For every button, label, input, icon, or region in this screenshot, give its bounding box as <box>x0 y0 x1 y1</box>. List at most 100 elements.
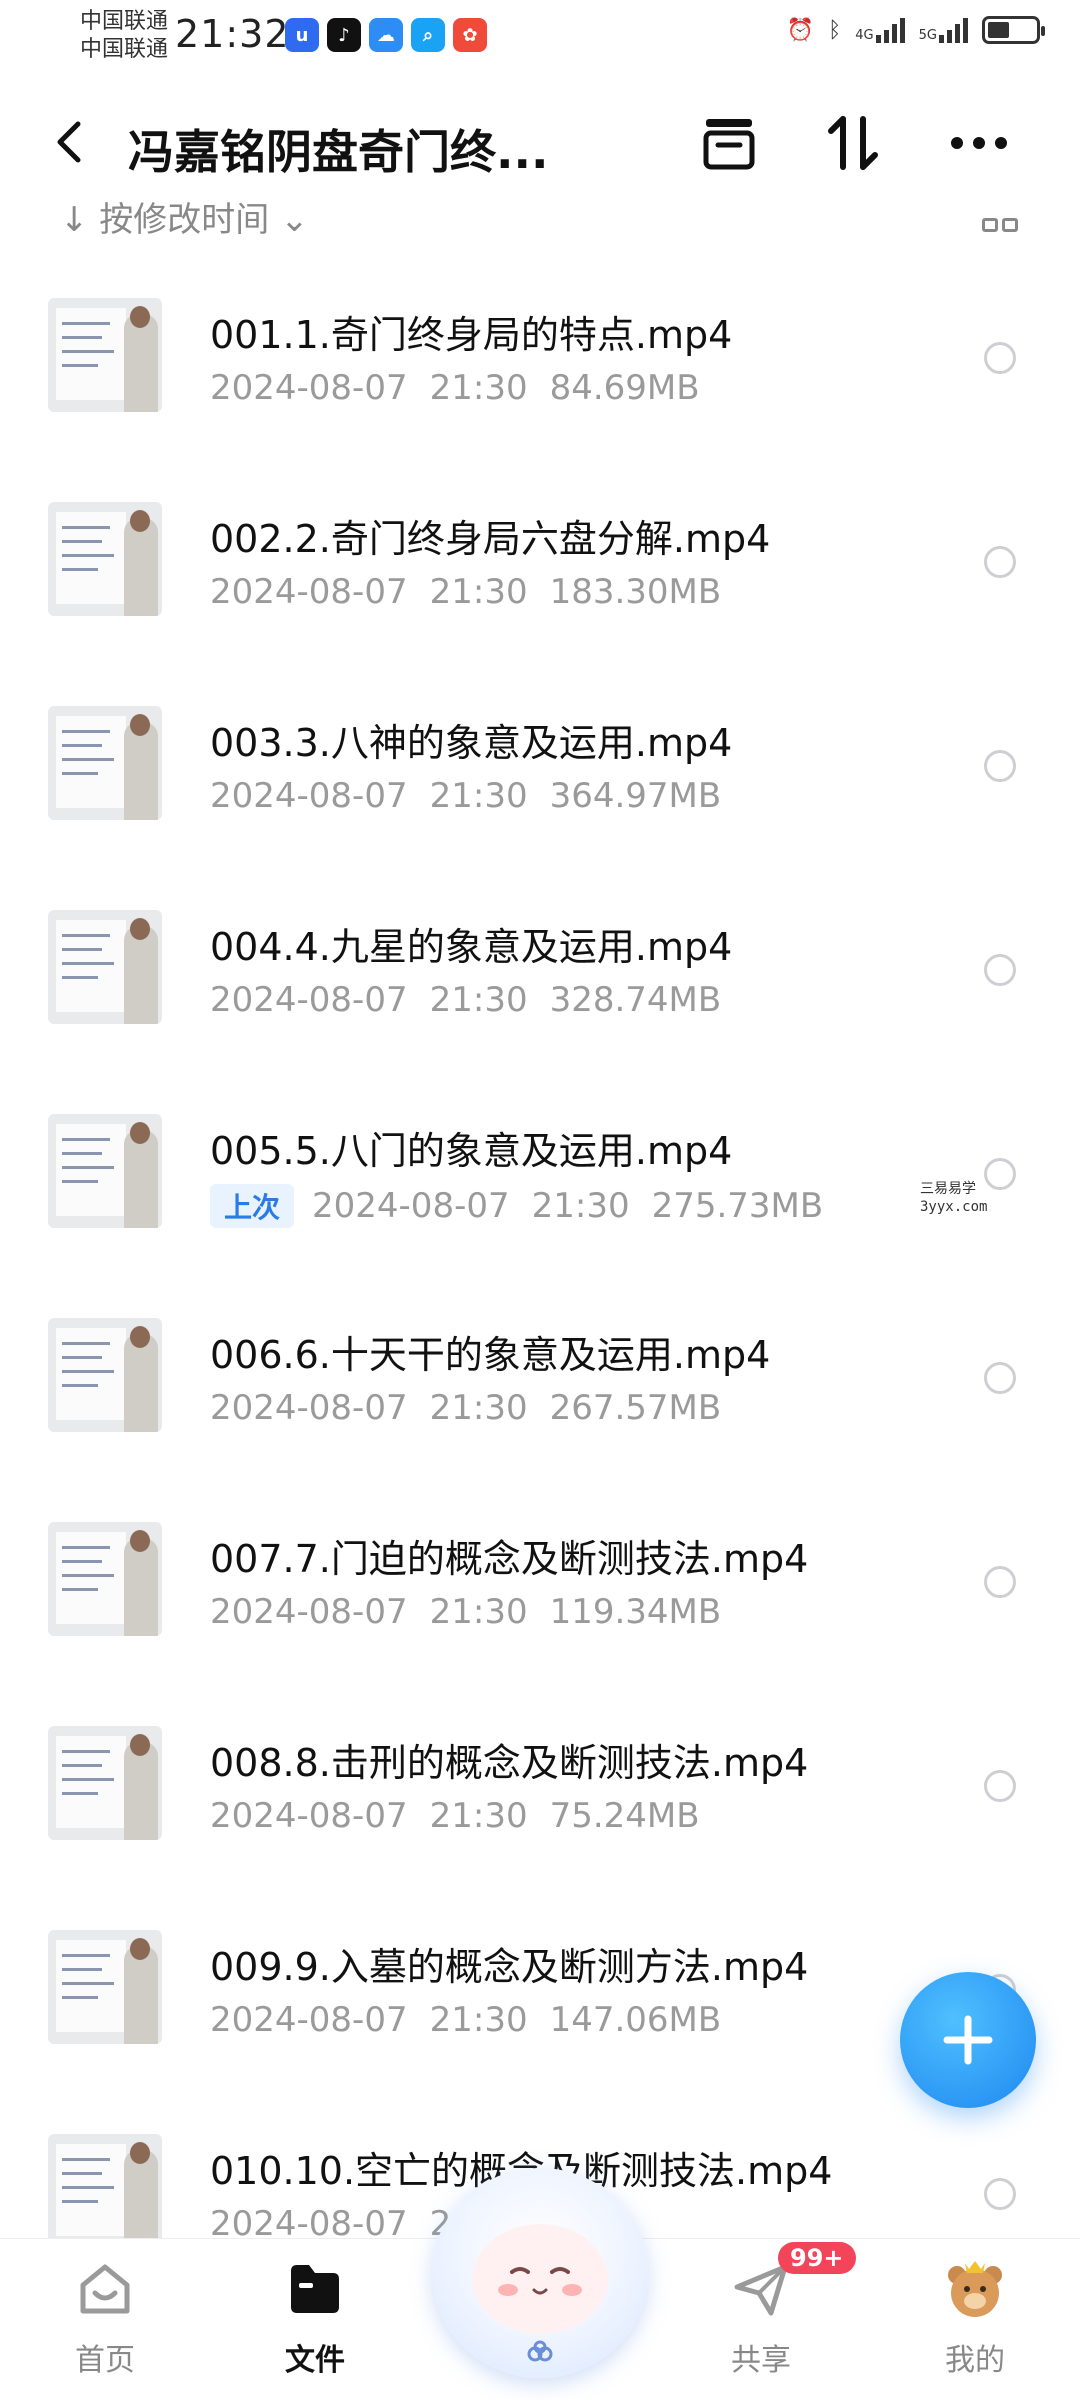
search-app-icon: ⌕ <box>411 18 445 52</box>
more-button[interactable] <box>944 108 1014 178</box>
watermark: 三易易学 3yyx.com <box>920 1180 987 1216</box>
file-time: 21:30 <box>429 2000 528 2040</box>
sort-bar[interactable]: ↓ 按修改时间 ⌄ <box>0 190 1080 250</box>
file-row[interactable]: 004.4.九星的象意及运用.mp4 2024-08-07 21:30 328.74M… <box>0 874 1080 1078</box>
file-meta: 2024-08-07 21:30 84.69MB <box>210 368 722 408</box>
nav-share-label: 共享 <box>731 2343 791 2378</box>
select-radio[interactable] <box>984 954 1016 986</box>
bear-avatar-icon <box>943 2257 1007 2321</box>
carrier-1: 中国联通 <box>80 9 169 34</box>
tiktok-icon: ♪ <box>327 18 361 52</box>
nav-files[interactable]: 文件 <box>240 2257 390 2379</box>
nav-profile[interactable]: 我的 <box>900 2257 1050 2379</box>
select-radio[interactable] <box>984 750 1016 782</box>
view-toggle-button[interactable] <box>982 218 1018 232</box>
file-time: 21:30 <box>429 368 528 408</box>
select-radio[interactable] <box>984 1362 1016 1394</box>
file-row[interactable]: 005.5.八门的象意及运用.mp4 上次 2024-08-07 21:30 275.7… <box>0 1078 1080 1282</box>
signal-2: 5G <box>919 17 968 43</box>
network-type-2: 5G <box>918 28 937 43</box>
file-meta: 2024-08-07 21:30 183.30MB <box>210 572 743 612</box>
select-radio[interactable] <box>984 1158 1016 1190</box>
file-row[interactable]: 006.6.十天干的象意及运用.mp4 2024-08-07 21:30 267.57… <box>0 1282 1080 1486</box>
select-radio[interactable] <box>984 1770 1016 1802</box>
file-date: 2024-08-07 <box>210 368 408 408</box>
nav-profile-label: 我的 <box>945 2343 1005 2378</box>
file-size: 119.34MB <box>549 1592 722 1632</box>
file-name: 001.1.奇门终身局的特点.mp4 <box>210 313 733 357</box>
more-icon <box>951 137 1007 149</box>
video-thumbnail <box>48 2134 162 2248</box>
video-thumbnail <box>48 298 162 412</box>
file-name: 006.6.十天干的象意及运用.mp4 <box>210 1333 771 1377</box>
back-button[interactable] <box>40 112 100 172</box>
arrow-down-icon: ↓ <box>60 200 100 240</box>
file-date: 2024-08-07 <box>312 1186 510 1226</box>
file-size: 275.73MB <box>651 1186 824 1226</box>
last-viewed-badge: 上次 <box>210 1184 295 1228</box>
cloud-logo-icon <box>527 2340 553 2362</box>
file-row[interactable]: 008.8.击刑的概念及断测技法.mp4 2024-08-07 21:30 75.24… <box>0 1690 1080 1894</box>
nav-share[interactable]: 共享 <box>686 2257 836 2379</box>
video-thumbnail <box>48 1114 162 1228</box>
page-title: 冯嘉铭阴盘奇门终... <box>128 125 549 179</box>
file-name: 003.3.八神的象意及运用.mp4 <box>210 721 733 765</box>
battery-fill <box>988 22 1009 38</box>
u-app-icon: u <box>285 18 319 52</box>
video-thumbnail <box>48 1726 162 1840</box>
select-button[interactable] <box>694 108 764 178</box>
sort-icon <box>828 116 878 170</box>
status-bar: 中国联通 中国联通 21:32 u ♪ ☁ ⌕ ✿ ⏰ ᛒ 4G 5G <box>0 0 1080 70</box>
file-time: 21:30 <box>429 776 528 816</box>
file-row[interactable]: 001.1.奇门终身局的特点.mp4 2024-08-07 21:30 84.69MB <box>0 262 1080 466</box>
file-size: 147.06MB <box>549 2000 722 2040</box>
select-radio[interactable] <box>984 546 1016 578</box>
file-name: 005.5.八门的象意及运用.mp4 <box>210 1129 733 1173</box>
file-date: 2024-08-07 <box>210 1592 408 1632</box>
file-row[interactable]: 007.7.门迫的概念及断测技法.mp4 2024-08-07 21:30 119.3… <box>0 1486 1080 1690</box>
clock: 21:32 <box>175 12 290 56</box>
file-time: 21:30 <box>531 1186 630 1226</box>
video-thumbnail <box>48 706 162 820</box>
file-row[interactable]: 002.2.奇门终身局六盘分解.mp4 2024-08-07 21:30 183.30… <box>0 466 1080 670</box>
file-time: 21:30 <box>429 572 528 612</box>
nav-home-label: 首页 <box>75 2343 135 2378</box>
file-size: 328.74MB <box>549 980 722 1020</box>
select-radio[interactable] <box>984 342 1016 374</box>
file-time: 21:30 <box>429 1592 528 1632</box>
file-date: 2024-08-07 <box>210 776 408 816</box>
select-radio[interactable] <box>984 1566 1016 1598</box>
file-meta: 上次 2024-08-07 21:30 275.73MB <box>210 1184 845 1228</box>
video-thumbnail <box>48 502 162 616</box>
sort-button[interactable] <box>818 108 888 178</box>
network-type-1: 4G <box>855 28 874 43</box>
assistant-mascot-button[interactable] <box>432 2168 648 2378</box>
nav-home[interactable]: 首页 <box>30 2257 180 2379</box>
file-name: 004.4.九星的象意及运用.mp4 <box>210 925 733 969</box>
select-radio[interactable] <box>984 2178 1016 2210</box>
nav-files-label: 文件 <box>285 2343 345 2378</box>
alarm-icon: ⏰ <box>786 17 815 43</box>
home-icon <box>73 2257 137 2321</box>
file-name: 008.8.击刑的概念及断测技法.mp4 <box>210 1741 809 1785</box>
file-row[interactable]: 003.3.八神的象意及运用.mp4 2024-08-07 21:30 364.97M… <box>0 670 1080 874</box>
grid-icon <box>1002 218 1018 232</box>
system-icons: ⏰ ᛒ 4G 5G <box>786 16 1045 44</box>
chevron-down-icon: ⌄ <box>269 200 309 240</box>
folder-icon <box>283 2257 347 2321</box>
battery-icon <box>982 16 1045 44</box>
sort-label[interactable]: ↓ 按修改时间 ⌄ <box>60 192 309 241</box>
file-date: 2024-08-07 <box>210 980 408 1020</box>
file-meta: 2024-08-07 21:30 119.34MB <box>210 1592 743 1632</box>
file-meta: 2024-08-07 21:30 267.57MB <box>210 1388 743 1428</box>
grid-icon <box>982 218 998 232</box>
file-meta: 2024-08-07 21:30 147.06MB <box>210 2000 743 2040</box>
file-meta: 2024-08-07 21:30 75.24MB <box>210 1796 722 1836</box>
add-button[interactable] <box>900 1972 1036 2108</box>
watermark-line-2: 3yyx.com <box>920 1199 988 1215</box>
file-time: 21:30 <box>429 1796 528 1836</box>
carrier-info: 中国联通 中国联通 <box>80 8 168 64</box>
file-meta: 2024-08-07 21:30 328.74MB <box>210 980 743 1020</box>
file-time: 21:30 <box>429 1388 528 1428</box>
weather-icon: ☁ <box>369 18 403 52</box>
